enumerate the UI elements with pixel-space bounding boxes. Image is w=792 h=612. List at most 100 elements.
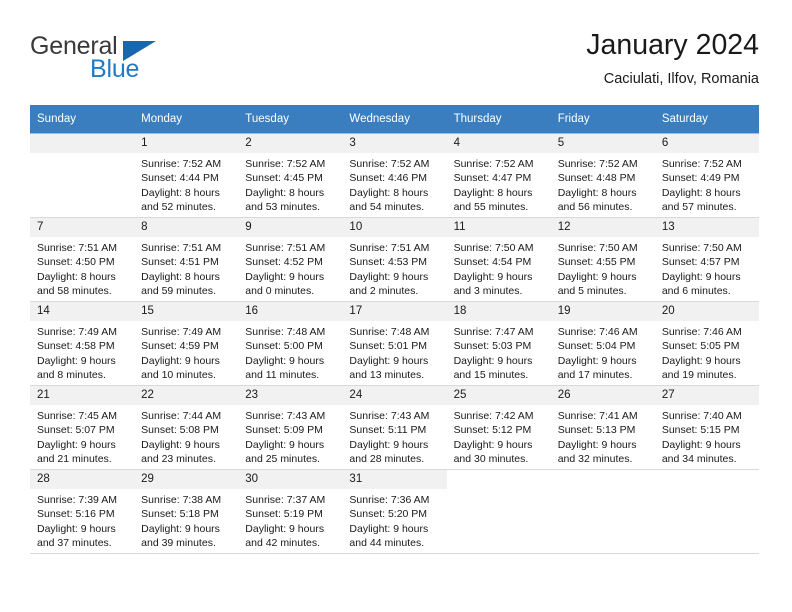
daylight-text-line2: and 5 minutes. — [557, 284, 627, 297]
daylight-text-line1: Daylight: 8 hours — [557, 186, 637, 199]
daylight-text-line2: and 25 minutes. — [245, 452, 320, 465]
day-cell[interactable]: 7 Sunrise: 7:51 AM Sunset: 4:50 PM Dayli… — [30, 217, 135, 302]
daylight-text-line2: and 3 minutes. — [453, 284, 523, 297]
day-cell[interactable]: 11 Sunrise: 7:50 AM Sunset: 4:54 PM Dayl… — [446, 217, 551, 302]
day-cell[interactable]: 5 Sunrise: 7:52 AM Sunset: 4:48 PM Dayli… — [550, 133, 655, 218]
calendar-page: General Blue January 2024 Caciulati, Ilf… — [0, 0, 792, 612]
day-cell[interactable]: 30 Sunrise: 7:37 AM Sunset: 5:19 PM Dayl… — [238, 469, 343, 554]
daylight-text-line2: and 54 minutes. — [349, 200, 425, 213]
day-number: 2 — [238, 134, 343, 153]
day-cell[interactable]: 1 Sunrise: 7:52 AM Sunset: 4:44 PM Dayli… — [134, 133, 239, 218]
daylight-text-line1: Daylight: 9 hours — [453, 438, 533, 451]
sunset-text: Sunset: 5:18 PM — [141, 508, 219, 521]
day-number: 11 — [446, 218, 551, 237]
daylight-text-line1: Daylight: 9 hours — [37, 438, 116, 451]
day-cell[interactable]: 28 Sunrise: 7:39 AM Sunset: 5:16 PM Dayl… — [30, 469, 135, 554]
day-info: Sunrise: 7:50 AM Sunset: 4:55 PM Dayligh… — [551, 237, 655, 298]
sunrise-text: Sunrise: 7:43 AM — [349, 410, 430, 422]
day-number: 27 — [654, 386, 759, 405]
day-cell[interactable]: 4 Sunrise: 7:52 AM Sunset: 4:47 PM Dayli… — [446, 133, 551, 218]
daylight-text-line2: and 32 minutes. — [557, 452, 633, 465]
daylight-text-line2: and 58 minutes. — [37, 284, 112, 297]
day-cell[interactable]: 24 Sunrise: 7:43 AM Sunset: 5:11 PM Dayl… — [342, 385, 447, 470]
day-number: 26 — [550, 386, 655, 405]
day-number: 20 — [654, 302, 759, 321]
daylight-text-line1: Daylight: 8 hours — [245, 186, 325, 199]
day-cell[interactable]: 8 Sunrise: 7:51 AM Sunset: 4:51 PM Dayli… — [134, 217, 239, 302]
daylight-text-line1: Daylight: 9 hours — [141, 438, 220, 451]
daylight-text-line2: and 21 minutes. — [37, 452, 112, 465]
day-cell[interactable]: 17 Sunrise: 7:48 AM Sunset: 5:01 PM Dayl… — [342, 301, 447, 386]
day-info: Sunrise: 7:44 AM Sunset: 5:08 PM Dayligh… — [134, 405, 238, 466]
day-cell[interactable]: 13 Sunrise: 7:50 AM Sunset: 4:57 PM Dayl… — [654, 217, 759, 302]
day-cell[interactable]: 25 Sunrise: 7:42 AM Sunset: 5:12 PM Dayl… — [446, 385, 551, 470]
calendar-week-row: 14 Sunrise: 7:49 AM Sunset: 4:58 PM Dayl… — [30, 301, 759, 386]
daylight-text-line1: Daylight: 9 hours — [141, 354, 220, 367]
daylight-text-line1: Daylight: 9 hours — [349, 438, 429, 451]
day-cell[interactable]: 14 Sunrise: 7:49 AM Sunset: 4:58 PM Dayl… — [30, 301, 135, 386]
sunrise-text: Sunrise: 7:51 AM — [37, 242, 117, 254]
day-cell[interactable]: 18 Sunrise: 7:47 AM Sunset: 5:03 PM Dayl… — [446, 301, 551, 386]
daylight-text-line1: Daylight: 9 hours — [661, 270, 741, 283]
day-info: Sunrise: 7:49 AM Sunset: 4:59 PM Dayligh… — [134, 321, 238, 382]
day-info — [447, 489, 551, 493]
day-info: Sunrise: 7:51 AM Sunset: 4:50 PM Dayligh… — [30, 237, 134, 298]
day-cell[interactable]: 31 Sunrise: 7:36 AM Sunset: 5:20 PM Dayl… — [342, 469, 447, 554]
day-number: 23 — [238, 386, 343, 405]
sunset-text: Sunset: 4:51 PM — [141, 256, 219, 269]
day-cell[interactable]: 22 Sunrise: 7:44 AM Sunset: 5:08 PM Dayl… — [134, 385, 239, 470]
day-cell[interactable]: 10 Sunrise: 7:51 AM Sunset: 4:53 PM Dayl… — [342, 217, 447, 302]
sunrise-text: Sunrise: 7:46 AM — [661, 326, 742, 338]
day-cell[interactable]: 27 Sunrise: 7:40 AM Sunset: 5:15 PM Dayl… — [654, 385, 759, 470]
sunrise-text: Sunrise: 7:46 AM — [557, 326, 638, 338]
sunset-text: Sunset: 4:59 PM — [141, 340, 219, 353]
daylight-text-line1: Daylight: 9 hours — [557, 354, 637, 367]
calendar-week-row: 21 Sunrise: 7:45 AM Sunset: 5:07 PM Dayl… — [30, 385, 759, 470]
sunset-text: Sunset: 5:16 PM — [37, 508, 115, 521]
calendar-header: Sunday Monday Tuesday Wednesday Thursday… — [30, 105, 759, 134]
daylight-text-line2: and 10 minutes. — [141, 368, 216, 381]
day-info: Sunrise: 7:52 AM Sunset: 4:46 PM Dayligh… — [342, 153, 446, 214]
daylight-text-line1: Daylight: 9 hours — [661, 438, 741, 451]
sunrise-text: Sunrise: 7:49 AM — [37, 326, 117, 338]
day-cell[interactable]: 15 Sunrise: 7:49 AM Sunset: 4:59 PM Dayl… — [134, 301, 239, 386]
day-cell[interactable]: 26 Sunrise: 7:41 AM Sunset: 5:13 PM Dayl… — [550, 385, 655, 470]
sunset-text: Sunset: 4:49 PM — [661, 172, 740, 185]
day-number: 17 — [342, 302, 447, 321]
daylight-text-line2: and 23 minutes. — [141, 452, 216, 465]
day-info: Sunrise: 7:48 AM Sunset: 5:00 PM Dayligh… — [238, 321, 342, 382]
daylight-text-line1: Daylight: 9 hours — [37, 522, 116, 535]
daylight-text-line2: and 34 minutes. — [661, 452, 737, 465]
day-cell[interactable]: 9 Sunrise: 7:51 AM Sunset: 4:52 PM Dayli… — [238, 217, 343, 302]
daylight-text-line1: Daylight: 9 hours — [37, 354, 116, 367]
day-cell[interactable]: 21 Sunrise: 7:45 AM Sunset: 5:07 PM Dayl… — [30, 385, 135, 470]
sunset-text: Sunset: 5:04 PM — [557, 340, 636, 353]
day-cell[interactable]: 2 Sunrise: 7:52 AM Sunset: 4:45 PM Dayli… — [238, 133, 343, 218]
sunset-text: Sunset: 4:46 PM — [349, 172, 428, 185]
sunrise-text: Sunrise: 7:37 AM — [245, 494, 326, 506]
day-cell[interactable]: 12 Sunrise: 7:50 AM Sunset: 4:55 PM Dayl… — [550, 217, 655, 302]
weekday-header-monday: Monday — [134, 105, 239, 134]
daylight-text-line2: and 19 minutes. — [661, 368, 737, 381]
day-cell[interactable]: 19 Sunrise: 7:46 AM Sunset: 5:04 PM Dayl… — [550, 301, 655, 386]
sunrise-text: Sunrise: 7:47 AM — [453, 326, 534, 338]
daylight-text-line1: Daylight: 9 hours — [557, 438, 637, 451]
sunrise-text: Sunrise: 7:40 AM — [661, 410, 742, 422]
day-number: 29 — [134, 470, 239, 489]
sunset-text: Sunset: 5:09 PM — [245, 424, 323, 437]
day-info: Sunrise: 7:48 AM Sunset: 5:01 PM Dayligh… — [342, 321, 446, 382]
day-cell[interactable]: 6 Sunrise: 7:52 AM Sunset: 4:49 PM Dayli… — [654, 133, 759, 218]
day-cell[interactable]: 23 Sunrise: 7:43 AM Sunset: 5:09 PM Dayl… — [238, 385, 343, 470]
day-cell[interactable]: 3 Sunrise: 7:52 AM Sunset: 4:46 PM Dayli… — [342, 133, 447, 218]
sunset-text: Sunset: 5:19 PM — [245, 508, 323, 521]
sunrise-text: Sunrise: 7:52 AM — [141, 158, 222, 170]
day-info — [655, 489, 759, 493]
day-number — [654, 470, 759, 489]
day-cell[interactable] — [30, 133, 135, 218]
brand-logo[interactable]: General Blue — [30, 32, 270, 92]
day-cell[interactable]: 20 Sunrise: 7:46 AM Sunset: 5:05 PM Dayl… — [654, 301, 759, 386]
day-cell[interactable]: 29 Sunrise: 7:38 AM Sunset: 5:18 PM Dayl… — [134, 469, 239, 554]
day-cell[interactable]: 16 Sunrise: 7:48 AM Sunset: 5:00 PM Dayl… — [238, 301, 343, 386]
sunset-text: Sunset: 5:01 PM — [349, 340, 428, 353]
location-subtitle: Caciulati, Ilfov, Romania — [603, 71, 759, 87]
